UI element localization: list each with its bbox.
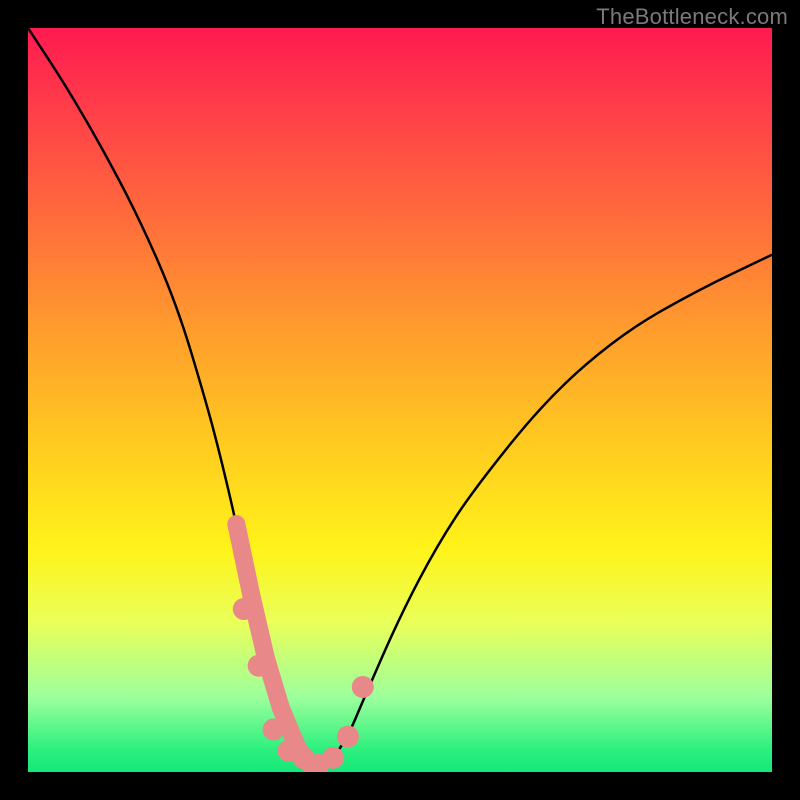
chart-frame: TheBottleneck.com <box>0 0 800 800</box>
plot-background <box>28 28 772 772</box>
watermark-text: TheBottleneck.com <box>596 4 788 30</box>
